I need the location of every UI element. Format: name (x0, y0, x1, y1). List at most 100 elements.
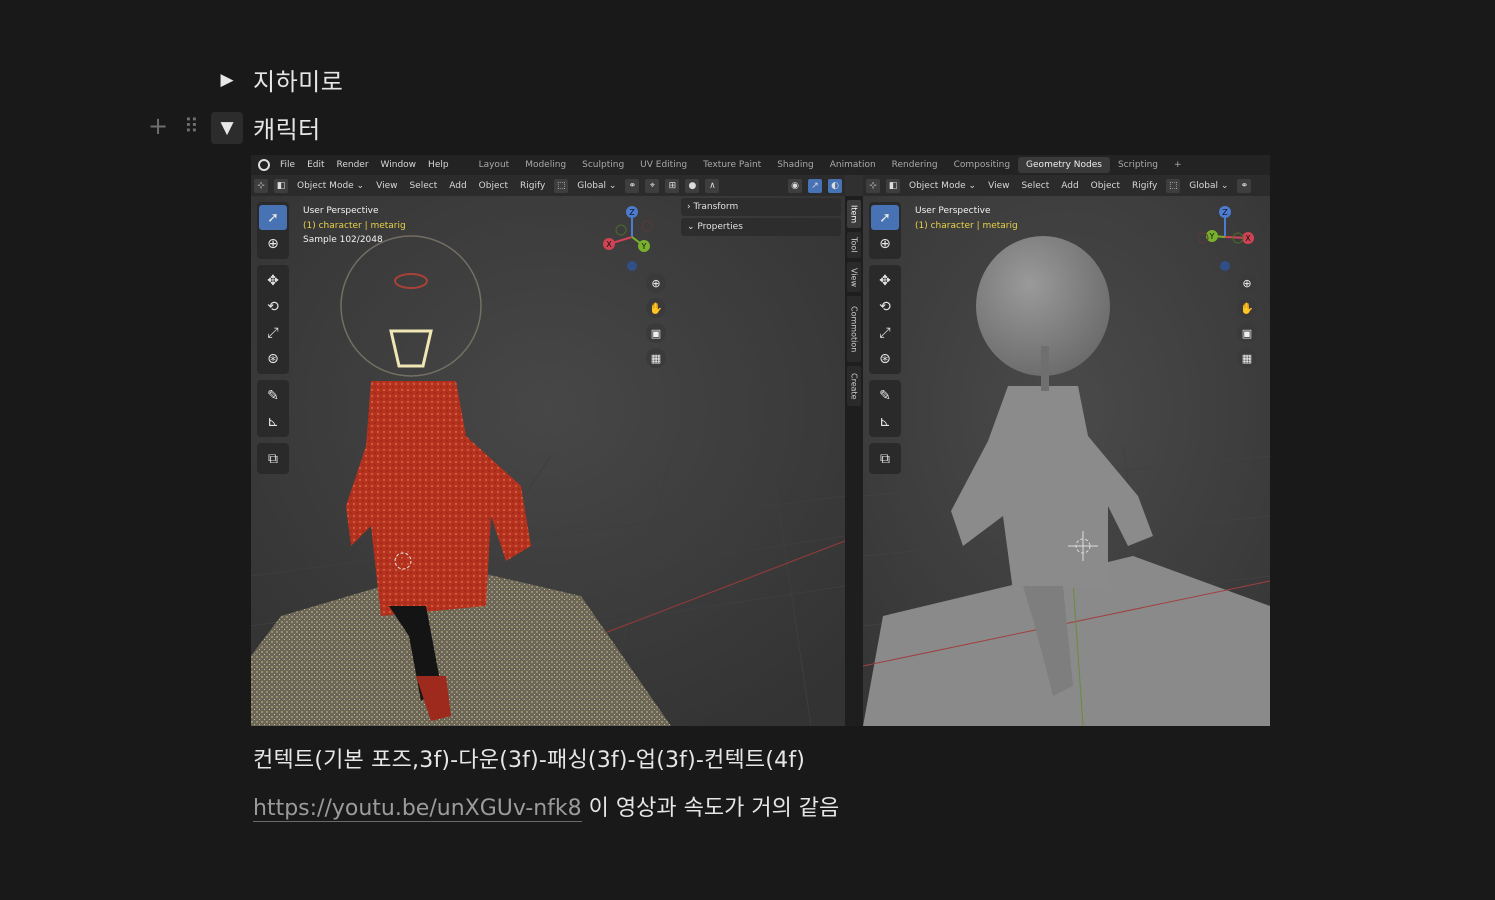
grid-view-icon[interactable]: ▦ (1237, 348, 1257, 368)
tab-geometry-nodes[interactable]: Geometry Nodes (1018, 157, 1110, 173)
move-icon[interactable]: ✥ (259, 268, 287, 293)
transform-icon[interactable]: ⊛ (259, 346, 287, 371)
tab-commotion[interactable]: Commotion (847, 296, 861, 362)
menu-rigify[interactable]: Rigify (514, 181, 551, 191)
menu-edit[interactable]: Edit (301, 160, 330, 170)
panel-transform[interactable]: › Transform (681, 198, 841, 216)
menu-object[interactable]: Object (473, 181, 514, 191)
menu-add[interactable]: Add (1055, 181, 1084, 191)
camera-icon[interactable]: ▣ (646, 323, 666, 343)
scale-icon[interactable]: ⤢ (871, 320, 899, 345)
viewport-rendered[interactable]: ⊹ ◧ Object Mode ⌄ View Select Add Object… (251, 175, 845, 726)
rotate-icon[interactable]: ⟲ (871, 294, 899, 319)
snap-target-icon[interactable]: ⊞ (665, 178, 680, 193)
navigation-gizmo[interactable]: Z X Y (599, 204, 669, 274)
pivot-icon[interactable]: ⚭ (625, 178, 640, 193)
tab-texture-paint[interactable]: Texture Paint (695, 157, 769, 173)
measure-icon[interactable]: ⊾ (259, 409, 287, 434)
cursor-icon[interactable]: ⊕ (871, 231, 899, 256)
menu-view[interactable]: View (982, 181, 1015, 191)
menu-rigify[interactable]: Rigify (1126, 181, 1163, 191)
menu-add[interactable]: Add (443, 181, 472, 191)
tab-rendering[interactable]: Rendering (884, 157, 946, 173)
transform-icon[interactable]: ⊛ (871, 346, 899, 371)
collapse-triangle-icon[interactable]: ▼ (211, 111, 243, 144)
falloff-icon[interactable]: ∧ (705, 178, 720, 193)
proportional-edit-icon[interactable]: ● (685, 178, 700, 193)
menu-object[interactable]: Object (1085, 181, 1126, 191)
annotate-icon[interactable]: ✎ (259, 383, 287, 408)
menu-help[interactable]: Help (422, 160, 455, 170)
pan-hand-icon[interactable]: ✋ (646, 298, 666, 318)
add-cube-icon[interactable]: ⧉ (259, 446, 287, 471)
tab-uv-editing[interactable]: UV Editing (632, 157, 695, 173)
tab-tool[interactable]: Tool (847, 232, 861, 258)
tab-scripting[interactable]: Scripting (1110, 157, 1166, 173)
menu-file[interactable]: File (274, 160, 301, 170)
solid-scene (863, 196, 1270, 726)
viewport-header: ⊹ ◧ Object Mode ⌄ View Select Add Object… (863, 175, 1270, 196)
transform-orientation-icon: ⬚ (554, 178, 569, 193)
overlay-toggle-icon[interactable]: ◐ (828, 178, 842, 193)
tab-layout[interactable]: Layout (471, 157, 518, 173)
global-dropdown[interactable]: Global ⌄ (571, 181, 622, 191)
cursor-icon[interactable]: ⊕ (259, 231, 287, 256)
tab-view[interactable]: View (847, 262, 861, 292)
blender-screenshot[interactable]: File Edit Render Window Help Layout Mode… (251, 155, 1270, 726)
panel-properties-label: Properties (697, 222, 743, 232)
tab-sculpting[interactable]: Sculpting (574, 157, 632, 173)
camera-icon[interactable]: ▣ (1237, 323, 1257, 343)
snap-icon[interactable]: ⌖ (645, 178, 660, 193)
tab-compositing[interactable]: Compositing (946, 157, 1018, 173)
pan-hand-icon[interactable]: ✋ (1237, 298, 1257, 318)
select-box-icon[interactable]: ➚ (871, 205, 899, 230)
toggle-row-2[interactable]: ▼ 캐릭터 (211, 110, 321, 145)
move-icon[interactable]: ✥ (871, 268, 899, 293)
editor-type-icon[interactable]: ⊹ (254, 178, 268, 193)
caption-text: 컨텍트(기본 포즈,3f)-다운(3f)-패싱(3f)-업(3f)-컨텍트(4f… (253, 748, 806, 773)
menu-render[interactable]: Render (331, 160, 375, 170)
sidebar-n-panel: › Transform ⌄ Properties (681, 196, 841, 238)
youtube-link[interactable]: https://youtu.be/unXGUv-nfk8 (253, 796, 582, 822)
toggle-row-1[interactable]: ▶ 지하미로 (211, 62, 343, 97)
global-dropdown[interactable]: Global ⌄ (1183, 181, 1234, 191)
zoom-icon[interactable]: ⊕ (1237, 273, 1257, 293)
object-mode-icon: ◧ (886, 178, 900, 193)
expand-triangle-icon[interactable]: ▶ (211, 64, 243, 96)
menu-view[interactable]: View (370, 181, 403, 191)
tab-animation[interactable]: Animation (822, 157, 884, 173)
tab-shading[interactable]: Shading (769, 157, 822, 173)
gizmo-toggle-icon[interactable]: ↗ (808, 178, 822, 193)
viewport-solid[interactable]: ⊹ ◧ Object Mode ⌄ View Select Add Object… (863, 175, 1270, 726)
visibility-icon[interactable]: ◉ (788, 178, 802, 193)
drag-handle-icon[interactable]: ⠿ (184, 114, 199, 138)
menu-window[interactable]: Window (375, 160, 423, 170)
render-canvas[interactable]: User Perspective (1) character | metarig… (251, 196, 845, 726)
add-workspace-button[interactable]: + (1166, 157, 1190, 173)
panel-properties[interactable]: ⌄ Properties (681, 218, 841, 236)
object-mode-dropdown[interactable]: Object Mode ⌄ (903, 181, 982, 191)
navigation-gizmo[interactable]: Z X Y (1193, 204, 1263, 274)
object-mode-dropdown[interactable]: Object Mode ⌄ (291, 181, 370, 191)
transform-orientation-icon: ⬚ (1166, 178, 1181, 193)
add-block-icon[interactable]: + (148, 114, 168, 138)
axis-x-label: X (606, 240, 612, 249)
add-cube-icon[interactable]: ⧉ (871, 446, 899, 471)
tab-modeling[interactable]: Modeling (517, 157, 574, 173)
annotate-icon[interactable]: ✎ (871, 383, 899, 408)
blender-topbar: File Edit Render Window Help Layout Mode… (251, 155, 1270, 175)
object-mode-icon: ◧ (274, 178, 288, 193)
tab-item[interactable]: Item (847, 200, 861, 228)
rotate-icon[interactable]: ⟲ (259, 294, 287, 319)
measure-icon[interactable]: ⊾ (871, 409, 899, 434)
scale-icon[interactable]: ⤢ (259, 320, 287, 345)
menu-select[interactable]: Select (403, 181, 443, 191)
solid-canvas[interactable]: User Perspective (1) character | metarig… (863, 196, 1270, 726)
select-box-icon[interactable]: ➚ (259, 205, 287, 230)
pivot-icon[interactable]: ⚭ (1237, 178, 1252, 193)
tab-create[interactable]: Create (847, 366, 861, 406)
editor-type-icon[interactable]: ⊹ (866, 178, 880, 193)
grid-view-icon[interactable]: ▦ (646, 348, 666, 368)
zoom-icon[interactable]: ⊕ (646, 273, 666, 293)
menu-select[interactable]: Select (1015, 181, 1055, 191)
